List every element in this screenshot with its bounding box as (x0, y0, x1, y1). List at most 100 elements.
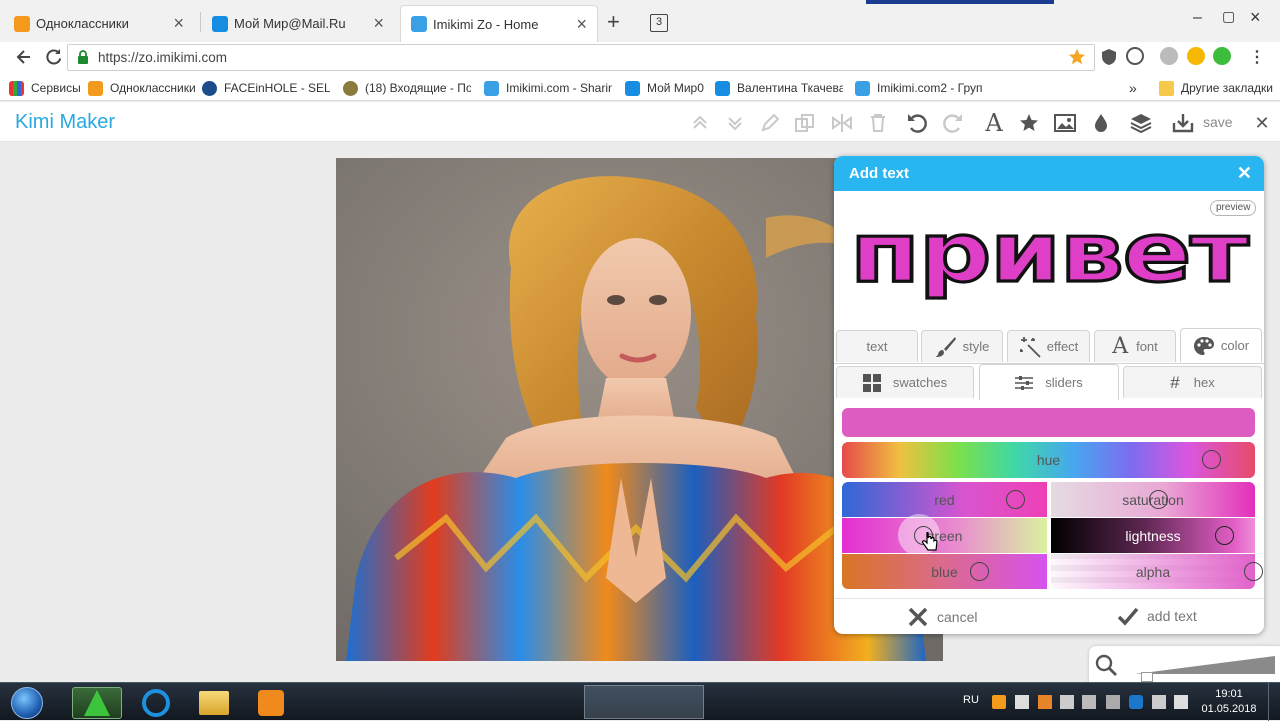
undo-icon[interactable] (904, 110, 930, 136)
zoom-slider-knob[interactable] (1141, 672, 1153, 682)
lightness-slider[interactable]: lightness (1051, 518, 1255, 553)
other-bookmarks[interactable]: Другие закладки (1159, 79, 1273, 97)
bookmark-inbox[interactable]: (18) Входящие - Поч (343, 79, 471, 97)
taskbar-ie[interactable] (131, 687, 181, 719)
red-slider[interactable]: red (842, 482, 1047, 517)
slider-knob[interactable] (970, 562, 989, 581)
browser-tab-imikimi[interactable]: Imikimi Zo - Home × (400, 5, 598, 42)
start-button[interactable] (2, 687, 52, 719)
browser-tab-odnoklassniki[interactable]: Одноклассники × (4, 5, 194, 42)
device-icon[interactable] (1106, 695, 1120, 709)
bookmark-imikimi2[interactable]: Imikimi.com2 - Групп (855, 79, 983, 97)
odnoklassniki-tray-icon[interactable] (992, 695, 1006, 709)
slider-label: red (934, 491, 955, 508)
tab-color[interactable]: color (1180, 328, 1262, 362)
subtab-hex[interactable]: # hex (1123, 366, 1262, 398)
tab-text[interactable]: text (836, 330, 918, 362)
tab-style[interactable]: style (921, 330, 1003, 362)
app-name: Kimi Maker (15, 111, 116, 133)
flag-icon[interactable] (1015, 695, 1029, 709)
browser-tab-moy-mir[interactable]: Мой Мир@Mail.Ru × (202, 5, 394, 42)
color-drop-icon[interactable] (1088, 110, 1114, 136)
mail-icon[interactable] (1160, 47, 1178, 65)
sync-icon[interactable] (1174, 695, 1188, 709)
close-icon[interactable]: × (576, 15, 587, 33)
clock[interactable]: 19:01 01.05.2018 (1196, 687, 1262, 717)
taskbar-media[interactable] (246, 687, 296, 719)
save-button[interactable]: save (1203, 114, 1233, 130)
alpha-slider[interactable]: alpha (1051, 554, 1263, 589)
clock-date: 01.05.2018 (1201, 703, 1257, 715)
bookmark-faceinhole[interactable]: FACEinHOLE - SELEN (202, 79, 330, 97)
bookmark-star-icon[interactable] (1068, 48, 1086, 66)
evernote-icon[interactable] (1213, 47, 1231, 65)
language-indicator[interactable]: RU (963, 694, 979, 706)
add-text-button[interactable]: add text (1117, 606, 1197, 626)
green-slider[interactable]: green (842, 514, 1047, 556)
chat-icon[interactable] (1187, 47, 1205, 65)
hue-slider[interactable]: hue (842, 442, 1255, 478)
bookmark-odnoklassniki[interactable]: Одноклассники (88, 79, 196, 97)
close-icon[interactable]: × (173, 14, 184, 32)
bookmark-services[interactable]: Сервисы (9, 79, 81, 97)
reload-icon[interactable] (44, 47, 64, 67)
close-window-icon[interactable]: × (1250, 7, 1261, 28)
preview-button[interactable]: preview (1210, 200, 1257, 216)
taskbar-preview-window[interactable] (584, 685, 704, 719)
new-tab-icon[interactable]: + (607, 11, 620, 33)
bookmark-imikimi[interactable]: Imikimi.com - Sharing (484, 79, 612, 97)
close-icon[interactable]: ✕ (1249, 110, 1275, 136)
saturation-slider[interactable]: saturation (1051, 482, 1255, 517)
cancel-button[interactable]: cancel (907, 606, 977, 628)
close-icon[interactable]: ✕ (1237, 163, 1252, 184)
image-tool-icon[interactable] (1052, 110, 1078, 136)
network-icon[interactable] (1082, 695, 1096, 709)
blue-slider[interactable]: blue (842, 554, 1047, 589)
tab-count-icon[interactable]: 3 (650, 14, 668, 32)
redo-icon[interactable] (940, 110, 966, 136)
tab-divider (200, 12, 201, 32)
flip-icon[interactable] (829, 110, 855, 136)
slider-knob[interactable] (1149, 490, 1168, 509)
subtab-swatches[interactable]: swatches (836, 366, 974, 398)
show-desktop-button[interactable] (1268, 683, 1280, 721)
volume-icon[interactable] (1060, 695, 1074, 709)
slider-knob[interactable] (1006, 490, 1025, 509)
tools-tray-icon[interactable] (1038, 695, 1052, 709)
tab-font[interactable]: A font (1094, 330, 1176, 362)
bring-forward-icon[interactable] (687, 110, 713, 136)
security-icon[interactable] (1152, 695, 1166, 709)
more-bookmarks-icon[interactable]: » (1129, 79, 1137, 97)
save-icon[interactable] (1170, 110, 1196, 136)
slider-knob[interactable] (1202, 450, 1221, 469)
subtab-label: sliders (1045, 375, 1083, 390)
send-backward-icon[interactable] (722, 110, 748, 136)
minimize-icon[interactable]: – (1193, 9, 1202, 27)
slider-knob[interactable] (1244, 562, 1263, 581)
star-tool-icon[interactable] (1016, 110, 1042, 136)
taskbar-app-a[interactable] (72, 687, 122, 719)
bookmark-valentina[interactable]: Валентина Ткачева (715, 79, 843, 97)
lock-icon (77, 50, 89, 65)
skype-icon[interactable] (1129, 695, 1143, 709)
extension-icon[interactable] (1126, 47, 1144, 65)
zoom-icon[interactable] (1095, 654, 1117, 676)
zoom-slider[interactable] (1135, 656, 1275, 674)
duplicate-icon[interactable] (792, 110, 818, 136)
trash-icon[interactable] (865, 110, 891, 136)
pencil-icon[interactable] (757, 110, 783, 136)
tab-effect[interactable]: effect (1007, 330, 1090, 362)
address-bar[interactable]: https://zo.imikimi.com (67, 44, 1095, 71)
layers-icon[interactable] (1128, 110, 1154, 136)
maximize-icon[interactable]: ▢ (1222, 8, 1235, 25)
back-icon[interactable] (14, 47, 34, 67)
subtab-sliders[interactable]: sliders (979, 364, 1119, 400)
slider-knob[interactable] (1215, 526, 1234, 545)
close-icon[interactable]: × (373, 14, 384, 32)
bookmark-moy-mir[interactable]: Мой Мир0 (625, 79, 704, 97)
inbox-icon (343, 80, 358, 96)
taskbar-explorer[interactable] (189, 687, 239, 719)
shield-icon[interactable] (1101, 48, 1117, 66)
menu-icon[interactable]: ⋮ (1249, 47, 1265, 67)
text-tool-icon[interactable]: A (981, 109, 1007, 137)
